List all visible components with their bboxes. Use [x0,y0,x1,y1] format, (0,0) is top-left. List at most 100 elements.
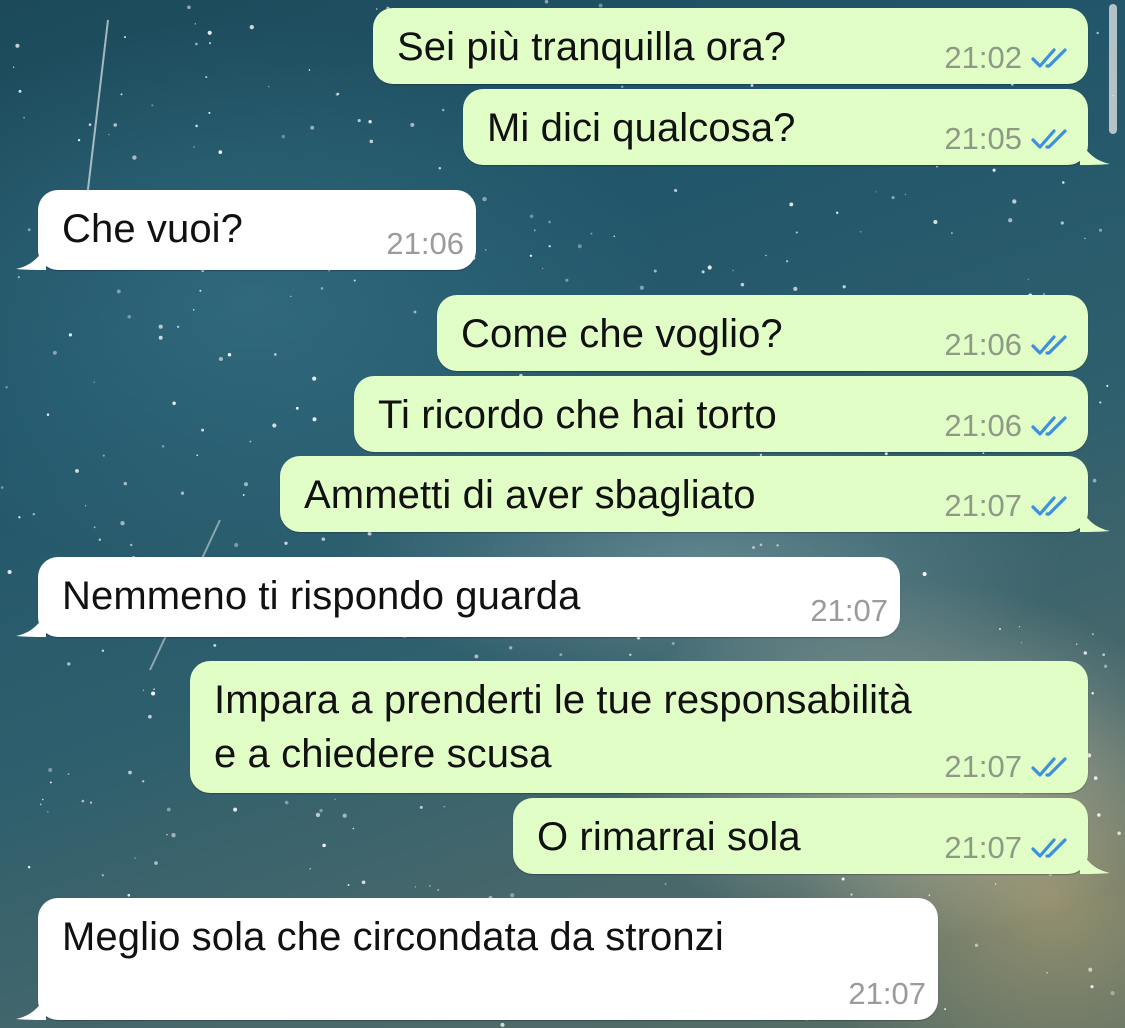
star [664,882,667,885]
star [166,807,171,812]
star [1102,653,1106,657]
message-bubble-outgoing[interactable]: Ti ricordo che hai torto 21:06 [354,376,1088,452]
star [93,381,96,383]
star [1088,967,1093,972]
message-meta: 21:02 [944,40,1076,76]
double-check-icon [1031,48,1067,68]
message-text: Impara a prenderti le tue responsabilità… [214,678,912,776]
message-bubble-incoming[interactable]: Nemmeno ti rispondo guarda 21:07 [16,557,900,637]
message-time: 21:06 [386,226,464,261]
star [1062,181,1065,184]
star [268,85,270,88]
star [46,810,49,813]
message-bubble-incoming[interactable]: Che vuoi? 21:06 [16,190,476,270]
star [12,66,15,69]
star [629,653,632,656]
star [1008,218,1013,223]
star [437,889,440,891]
star [67,662,71,666]
star [928,894,931,897]
star [148,714,152,719]
star [352,827,355,830]
star [974,943,979,947]
star [841,877,845,881]
star [835,211,839,215]
star [161,444,165,448]
star [312,417,317,422]
message-meta: 21:07 [810,593,888,629]
star [982,452,985,454]
message-bubble-outgoing[interactable]: O rimarrai sola 21:07 [513,798,1110,874]
bubble-tail [16,994,46,1020]
star [195,42,198,46]
message-bubble-outgoing[interactable]: Ammetti di aver sbagliato 21:07 [280,456,1110,532]
message-meta: 21:07 [848,976,926,1012]
bubble-tail [1080,848,1110,874]
star [213,643,217,647]
star [750,83,754,87]
star [1092,633,1094,635]
message-text: Che vuoi? [62,207,244,251]
message-bubble-outgoing[interactable]: Impara a prenderti le tue responsabilità… [190,661,1088,793]
star [93,526,96,529]
message-meta: 21:07 [944,749,1076,785]
star [944,1008,947,1011]
star [108,133,110,136]
message-bubble-outgoing[interactable]: Sei più tranquilla ora? 21:02 [373,8,1088,84]
star [32,512,36,516]
star [500,1022,505,1027]
message-text: Ti ricordo che hai torto [378,393,777,437]
star [132,155,137,160]
star [334,798,336,801]
message-text: Come che voglio? [461,312,783,356]
star [936,165,938,168]
star [142,689,145,691]
star [18,516,21,519]
star [577,244,582,249]
star [414,886,417,888]
message-bubble-outgoing[interactable]: Mi dici qualcosa? 21:05 [463,89,1110,165]
star [875,191,877,193]
star [1020,642,1023,644]
star [529,214,534,219]
message-bubble-incoming[interactable]: Meglio sola che circondata da stronzi 21… [16,898,938,1020]
star [315,812,321,818]
star [151,104,154,107]
star [759,543,763,546]
star [151,691,156,696]
bubble-tail [1080,139,1110,165]
star [128,770,132,775]
star [49,781,52,784]
star [322,843,326,848]
star [320,287,324,290]
star [153,688,155,690]
star [180,491,185,495]
star [205,76,208,79]
message-time: 21:07 [944,749,1022,784]
star [273,353,277,356]
star [308,69,311,71]
star [312,376,317,381]
star [951,232,953,234]
star [542,267,544,270]
star [474,654,479,659]
star [1092,478,1097,483]
scroll-indicator[interactable] [1109,4,1117,134]
star [81,799,85,803]
star [187,5,191,10]
star [1075,643,1078,645]
star [548,220,551,224]
star [999,627,1001,630]
message-bubble-outgoing[interactable]: Come che voglio? 21:06 [437,295,1088,371]
star [904,193,907,196]
star [933,219,938,225]
star [18,89,22,93]
star [1083,651,1088,655]
message-time: 21:07 [944,488,1022,523]
star [15,43,20,48]
star [5,386,8,389]
star [1117,831,1121,835]
star [295,406,299,410]
bubble-tail [16,244,46,270]
star [127,893,131,897]
